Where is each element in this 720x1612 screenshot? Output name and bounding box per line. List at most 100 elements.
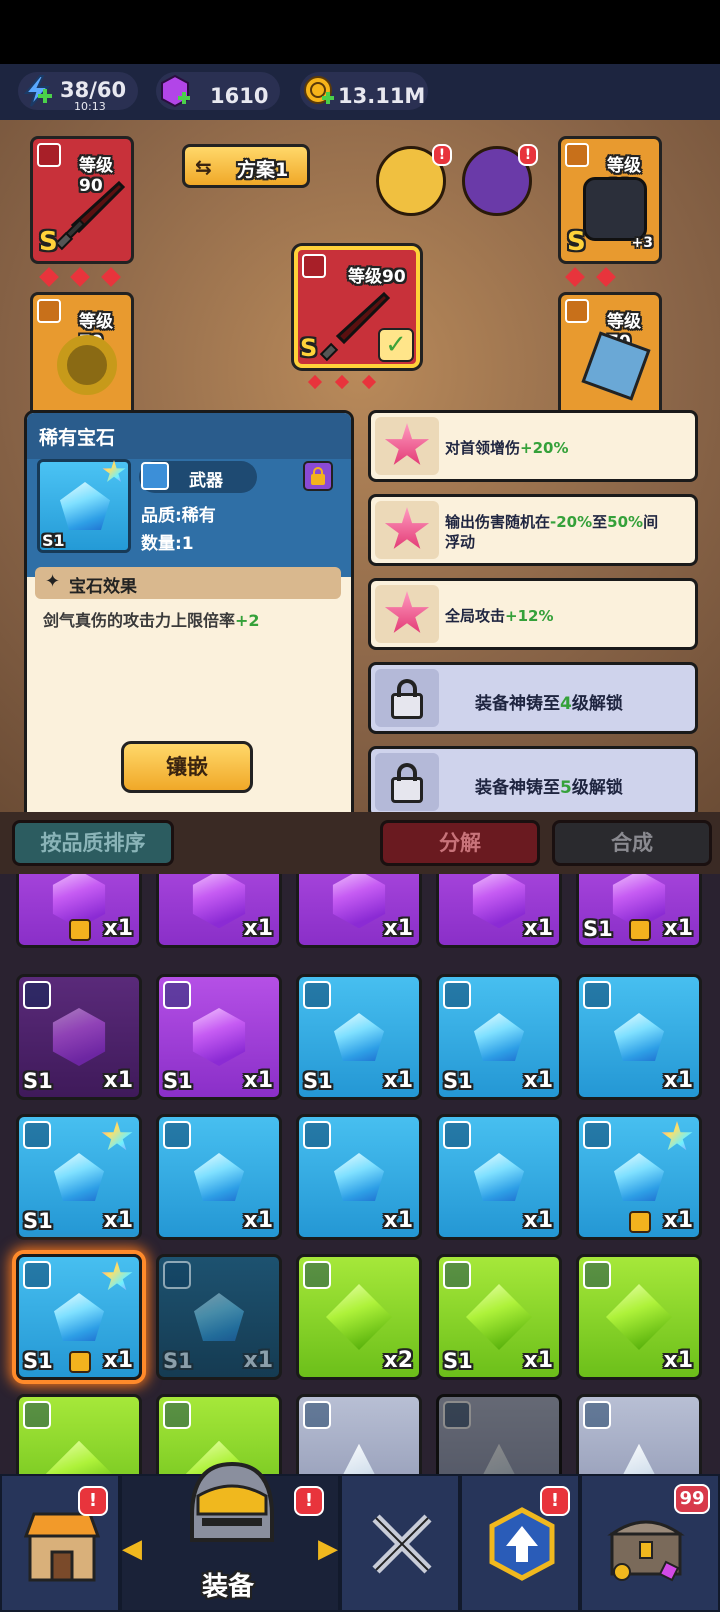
chest-count-badge: 99 [674,1484,710,1514]
decompose-button[interactable]: 分解 [380,820,540,866]
necklace-icon [583,981,611,1009]
locked-text: 装备神铸至5级解锁 [475,778,623,798]
stat-text-line1: 输出伤害随机在-20%至50%间 [445,513,659,531]
equip-slot-ring[interactable]: 等级70 [30,292,134,420]
blue-gem-icon [474,1013,524,1061]
nav-tab-shop[interactable]: ! [0,1474,120,1612]
helmet-icon [184,1456,280,1556]
gem-pill[interactable]: 1610 [156,72,280,110]
armor-icon [23,1121,51,1149]
purple-gem-icon [52,1008,106,1066]
white-gem-icon [608,1443,670,1474]
energy-value: 38/60 [60,78,127,102]
blue-gem-icon [334,1153,384,1201]
white-gem-icon [328,1443,390,1474]
gem-socket-row [304,374,414,390]
chevron-left-icon: ◀ [122,1534,142,1564]
blue-gem-icon [474,1153,524,1201]
stat-icon-box [375,753,439,811]
inventory-item[interactable]: x1 [16,874,142,948]
sword-icon [163,981,191,1009]
gem-grade: S1 [42,531,65,550]
inlay-button[interactable]: 镶嵌 [121,741,253,793]
inventory-item[interactable]: x1 [296,1114,422,1240]
stat-row-boss-damage: 对首领增伤+20% [368,410,698,482]
lock-toggle-icon[interactable] [303,461,333,491]
pink-star-icon [384,507,430,549]
treasure-chest-icon [606,1510,686,1582]
equip-slot-armor[interactable]: 等级80 +3 S [558,136,662,264]
nav-tab-battle[interactable] [340,1474,460,1612]
effect-header-bar: ✦ 宝石效果 [35,567,341,599]
inventory-item[interactable] [16,1394,142,1474]
stat-row-global-attack: 全局攻击+12% [368,578,698,650]
equip-slot-weapon[interactable]: 等级90 S [30,136,134,264]
inventory-item[interactable]: x1 [156,874,282,948]
blue-gem-icon [194,1153,244,1201]
sort-by-quality-button[interactable]: 按品质排序 [12,820,174,866]
inventory-item[interactable]: S1 x1 [156,1254,282,1380]
equip-slot-accessory[interactable]: 等级70 [558,292,662,420]
coin-pill[interactable]: 13.11M [300,72,428,110]
purple-gem-icon [332,874,386,929]
blue-gem-icon [54,1293,104,1341]
coin-icon [302,74,336,108]
inventory-item[interactable]: x2 [296,1254,422,1380]
inventory-item[interactable]: x1 [576,1254,702,1380]
inventory-item[interactable]: S1 x1 [156,974,282,1100]
alert-badge: ! [518,144,538,166]
slot-grade: S [39,227,58,257]
inventory-item[interactable]: x1 [576,1114,702,1240]
inventory-item[interactable] [436,1394,562,1474]
inventory-item[interactable]: S1 x1 [296,974,422,1100]
alert-badge: ! [78,1486,108,1516]
stat-text-line2: 浮动 [445,533,476,551]
selected-weapon-card[interactable]: 等级90 S ✓ [294,246,420,368]
tooltip-info: S1 武器 品质:稀有 数量:1 [27,459,351,577]
armor-type-icon [565,143,589,167]
stat-row-locked-5: 装备神铸至5级解锁 [368,746,698,818]
inventory-item[interactable]: x1 [436,1114,562,1240]
action-bar: 按品质排序 分解 合成 [0,812,720,874]
blue-gem-icon [614,1013,664,1061]
inventory-item[interactable]: x1 [436,874,562,948]
inventory-item[interactable]: x1 [296,874,422,948]
inventory-item[interactable]: S1 x1 [16,1114,142,1240]
scheme-button[interactable]: ⇆ 方案1 [182,144,310,188]
necklace-icon [443,1401,471,1429]
energy-icon [20,74,54,108]
inventory-item-selected[interactable]: S1 x1 [16,1254,142,1380]
inventory-item[interactable]: S1 x1 [576,874,702,948]
inventory-item[interactable]: x1 [156,1114,282,1240]
stat-icon-box [375,417,439,475]
slot-grade: S [567,227,586,257]
tooltip-header: 稀有宝石 [27,413,351,459]
combine-button[interactable]: 合成 [552,820,712,866]
inventory-item[interactable] [576,1394,702,1474]
inventory-item[interactable]: S1 x1 [436,1254,562,1380]
inventory-item[interactable]: x1 [576,974,702,1100]
nav-tab-equipment[interactable]: ◀ ▶ ! 装备 [120,1461,340,1612]
blue-gem-icon [194,1293,244,1341]
energy-pill[interactable]: 38/60 10:13 [18,72,138,113]
pink-star-icon [384,591,430,633]
sparkle-icon: ✦ [45,571,61,592]
nav-tab-upgrade[interactable]: ! [460,1474,580,1612]
necklace-icon [303,1401,331,1429]
gem-category: 武器 [189,471,223,491]
rainbow-star-icon [101,1121,133,1151]
sword-icon [23,981,51,1009]
effect-text: 剑气真伤的攻击力上限倍率+2 [43,607,260,631]
purple-gem-icon [472,874,526,929]
check-icon: ✓ [378,328,414,362]
inventory-item[interactable] [296,1394,422,1474]
nav-tab-chest[interactable]: 99 [580,1474,720,1612]
rainbow-star-icon [102,460,126,482]
shop-icon [23,1506,101,1584]
ring-icon [443,1261,471,1289]
gem-socket-row [36,267,146,287]
armor-icon [163,1121,191,1149]
inventory-item[interactable]: S1 x1 [436,974,562,1100]
inventory-item[interactable]: S1 x1 [16,974,142,1100]
upgrade-count: +3 [631,235,653,251]
